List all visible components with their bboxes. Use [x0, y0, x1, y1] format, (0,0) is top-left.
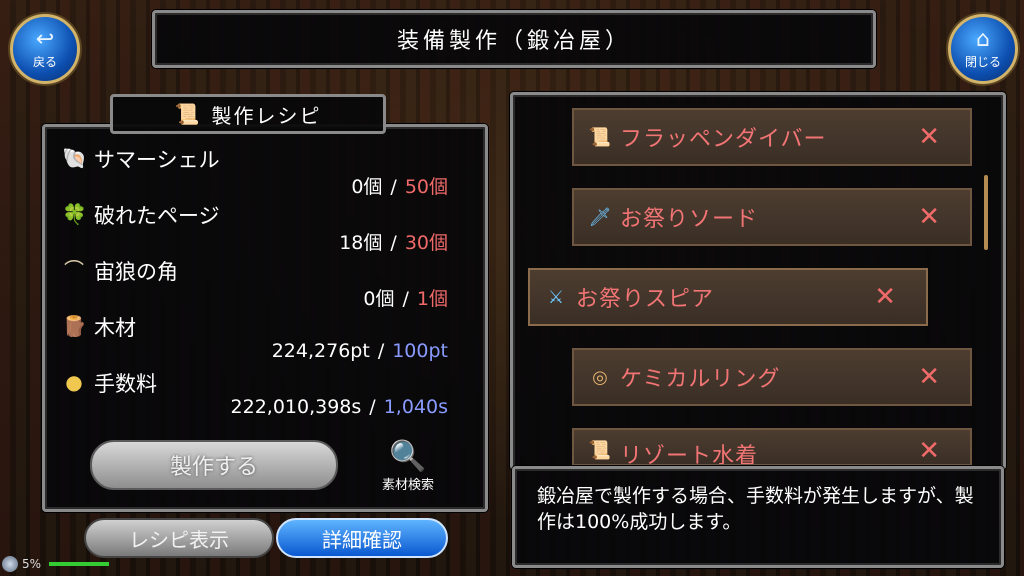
- title-bar: 装備製作（鍛冶屋）: [152, 10, 876, 68]
- item-name: フラッペンダイバー: [620, 127, 827, 152]
- message-text: 鍛冶屋で製作する場合、手数料が発生しますが、製作は100%成功します。: [537, 485, 974, 533]
- unavailable-icon: ✕: [874, 282, 896, 312]
- close-button[interactable]: ⌂ 閉じる: [948, 14, 1018, 84]
- list-item[interactable]: ◎ ケミカルリング ✕: [572, 348, 972, 406]
- unavailable-icon: ✕: [918, 436, 940, 466]
- page-title: 装備製作（鍛冶屋）: [396, 29, 631, 54]
- item-name: お祭りスピア: [576, 287, 715, 312]
- back-label: 戻る: [32, 54, 57, 69]
- close-label: 閉じる: [964, 54, 1001, 69]
- material-row: ● 手数料 222,010,398s/1,040s: [62, 368, 462, 424]
- recipe-header: 📜 製作レシピ: [110, 94, 386, 134]
- material-qty: 0個/1個: [363, 288, 448, 310]
- recipe-show-button[interactable]: レシピ表示: [84, 518, 274, 558]
- shell-icon: 🐚: [62, 146, 87, 170]
- recipe-title: 製作レシピ: [211, 103, 322, 128]
- unavailable-icon: ✕: [918, 202, 940, 232]
- material-search-button[interactable]: 🔍 素材検索: [368, 440, 448, 496]
- message-panel: 鍛冶屋で製作する場合、手数料が発生しますが、製作は100%成功します。: [512, 466, 1004, 568]
- material-qty: 224,276pt/100pt: [271, 340, 448, 362]
- unavailable-icon: ✕: [918, 362, 940, 392]
- item-name: リゾート水着: [620, 444, 759, 466]
- status-bar: [49, 562, 110, 566]
- material-name: 手数料: [94, 372, 157, 396]
- material-row: 🐚 サマーシェル 0個/50個: [62, 144, 462, 200]
- detail-confirm-button[interactable]: 詳細確認: [276, 518, 448, 558]
- status-percent: 5%: [22, 557, 42, 571]
- status-indicator: 5%: [2, 556, 110, 572]
- material-row: 🍀 破れたページ 18個/30個: [62, 200, 462, 256]
- list-item[interactable]: 📜 リゾート水着 ✕: [572, 428, 972, 466]
- item-name: お祭りソード: [620, 207, 759, 232]
- spear-icon: ⚔: [547, 286, 565, 308]
- back-button[interactable]: ↩ 戻る: [10, 14, 80, 84]
- list-item[interactable]: 📜 フラッペンダイバー ✕: [572, 108, 972, 166]
- list-scrollbar[interactable]: [984, 175, 988, 250]
- horn-icon: ⌒: [64, 258, 84, 282]
- material-search-label: 素材検索: [381, 478, 434, 493]
- material-row: 🪵 木材 224,276pt/100pt: [62, 312, 462, 368]
- material-qty: 18個/30個: [339, 232, 448, 254]
- list-item-selected[interactable]: ⚔ お祭りスピア ✕: [528, 268, 928, 326]
- material-qty: 0個/50個: [351, 176, 448, 198]
- magnifier-icon: 🔍: [389, 439, 427, 474]
- material-qty: 222,010,398s/1,040s: [230, 396, 448, 418]
- list-item[interactable]: 🗡 お祭りソード ✕: [572, 188, 972, 246]
- home-icon: ⌂: [976, 26, 990, 52]
- material-name: 宙狼の角: [94, 260, 178, 284]
- wood-icon: 🪵: [62, 314, 87, 338]
- undo-arrow-icon: ↩: [35, 26, 55, 52]
- material-name: 破れたページ: [94, 204, 220, 228]
- coin-icon: ●: [65, 370, 83, 394]
- scroll-icon: 📜: [588, 440, 612, 461]
- scroll-icon: 📜: [174, 102, 200, 126]
- craft-button[interactable]: 製作する: [90, 440, 338, 490]
- item-name: ケミカルリング: [620, 367, 781, 392]
- sword-icon: 🗡: [588, 206, 612, 228]
- unavailable-icon: ✕: [918, 122, 940, 152]
- scroll-icon: 📜: [588, 126, 612, 148]
- material-name: サマーシェル: [94, 148, 220, 172]
- material-row: ⌒ 宙狼の角 0個/1個: [62, 256, 462, 312]
- globe-icon: [2, 556, 18, 572]
- torn-page-icon: 🍀: [62, 202, 87, 226]
- ring-icon: ◎: [592, 366, 608, 388]
- material-name: 木材: [94, 316, 136, 340]
